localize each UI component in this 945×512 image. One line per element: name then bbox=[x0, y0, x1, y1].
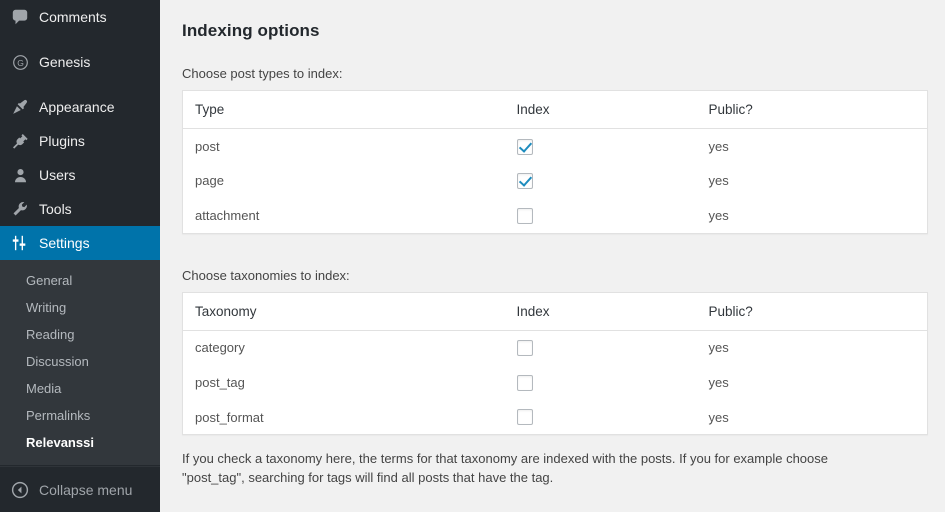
svg-text:G: G bbox=[17, 57, 24, 67]
appearance-icon bbox=[10, 97, 30, 117]
index-checkbox-post-tag[interactable] bbox=[516, 374, 533, 391]
table-row: page yes bbox=[182, 163, 928, 199]
column-header-index: Index bbox=[504, 292, 697, 331]
users-icon bbox=[10, 165, 30, 185]
submenu-item-discussion[interactable]: Discussion bbox=[0, 348, 160, 375]
cell-public: yes bbox=[696, 399, 928, 435]
index-checkbox-post-format[interactable] bbox=[516, 409, 533, 426]
cell-taxonomy-name: category bbox=[182, 330, 505, 366]
sidebar-divider bbox=[0, 34, 160, 45]
table-header-row: Taxonomy Index Public? bbox=[182, 292, 928, 331]
table-head: Taxonomy Index Public? bbox=[182, 292, 928, 331]
sidebar-divider bbox=[0, 79, 160, 90]
cell-index bbox=[504, 365, 697, 400]
sidebar-item-appearance[interactable]: Appearance bbox=[0, 90, 160, 124]
index-checkbox-attachment[interactable] bbox=[516, 207, 533, 224]
column-header-index: Index bbox=[504, 90, 697, 129]
index-checkbox-page[interactable] bbox=[516, 173, 533, 190]
submenu-item-writing[interactable]: Writing bbox=[0, 294, 160, 321]
table-body: category yes post_tag yes post_format ye… bbox=[182, 330, 928, 435]
comments-icon bbox=[10, 7, 30, 27]
plugins-icon bbox=[10, 131, 30, 151]
collapse-menu-label: Collapse menu bbox=[39, 481, 133, 498]
table-body: post yes page yes attachment yes bbox=[182, 128, 928, 234]
submenu-item-relevanssi[interactable]: Relevanssi bbox=[0, 429, 160, 456]
cell-type-name: post bbox=[182, 128, 505, 164]
index-checkbox-post[interactable] bbox=[516, 138, 533, 155]
cell-taxonomy-name: post_format bbox=[182, 399, 505, 435]
sidebar-item-label: Genesis bbox=[39, 53, 91, 70]
sidebar-item-label: Plugins bbox=[39, 132, 85, 149]
cell-index bbox=[504, 399, 697, 435]
post-types-label: Choose post types to index: bbox=[182, 66, 343, 81]
cell-public: yes bbox=[696, 128, 928, 164]
table-row: category yes bbox=[182, 330, 928, 366]
cell-public: yes bbox=[696, 365, 928, 400]
cell-taxonomy-name: post_tag bbox=[182, 365, 505, 400]
table-row: post_format yes bbox=[182, 399, 928, 435]
sidebar-item-comments[interactable]: Comments bbox=[0, 0, 160, 34]
sidebar-item-label: Appearance bbox=[39, 98, 115, 115]
settings-icon bbox=[10, 233, 30, 253]
table-row: post_tag yes bbox=[182, 365, 928, 400]
taxonomies-table: Taxonomy Index Public? category yes post… bbox=[182, 291, 928, 436]
admin-sidebar: Comments G Genesis Appearance Plugins Us… bbox=[0, 0, 168, 512]
cell-public: yes bbox=[696, 330, 928, 366]
main-content: Indexing options Choose post types to in… bbox=[160, 0, 945, 512]
cell-index bbox=[504, 163, 697, 199]
cell-index bbox=[504, 198, 697, 234]
cell-index bbox=[504, 330, 697, 366]
sidebar-item-plugins[interactable]: Plugins bbox=[0, 124, 160, 158]
sidebar-item-tools[interactable]: Tools bbox=[0, 192, 160, 226]
active-indicator-arrow bbox=[160, 235, 168, 251]
submenu-item-media[interactable]: Media bbox=[0, 375, 160, 402]
index-checkbox-category[interactable] bbox=[516, 340, 533, 357]
table-header-row: Type Index Public? bbox=[182, 90, 928, 129]
sidebar-item-label: Comments bbox=[39, 8, 107, 25]
column-header-type: Type bbox=[182, 90, 505, 129]
table-row: post yes bbox=[182, 128, 928, 164]
post-types-table: Type Index Public? post yes page yes att… bbox=[182, 90, 928, 234]
cell-public: yes bbox=[696, 198, 928, 234]
sidebar-menu: Comments G Genesis Appearance Plugins Us… bbox=[0, 0, 168, 260]
table-head: Type Index Public? bbox=[182, 90, 928, 129]
cell-public: yes bbox=[696, 163, 928, 199]
page-title: Indexing options bbox=[182, 21, 320, 40]
cell-index bbox=[504, 128, 697, 164]
sidebar-item-label: Tools bbox=[39, 200, 72, 217]
submenu-item-reading[interactable]: Reading bbox=[0, 321, 160, 348]
sidebar-item-label: Settings bbox=[39, 234, 90, 251]
collapse-menu-button[interactable]: Collapse menu bbox=[0, 466, 160, 512]
tools-icon bbox=[10, 199, 30, 219]
submenu-item-permalinks[interactable]: Permalinks bbox=[0, 402, 160, 429]
cell-type-name: attachment bbox=[182, 198, 505, 234]
sidebar-item-users[interactable]: Users bbox=[0, 158, 160, 192]
settings-submenu: General Writing Reading Discussion Media… bbox=[0, 260, 160, 465]
table-row: attachment yes bbox=[182, 198, 928, 234]
taxonomies-label: Choose taxonomies to index: bbox=[182, 267, 350, 283]
collapse-arrow-icon bbox=[10, 480, 30, 500]
taxonomy-help-text: If you check a taxonomy here, the terms … bbox=[182, 451, 829, 486]
sidebar-item-genesis[interactable]: G Genesis bbox=[0, 45, 160, 79]
cell-type-name: page bbox=[182, 163, 505, 199]
column-header-public: Public? bbox=[696, 292, 928, 331]
admin-page: Comments G Genesis Appearance Plugins Us… bbox=[0, 0, 945, 512]
column-header-public: Public? bbox=[696, 90, 928, 129]
submenu-item-general[interactable]: General bbox=[0, 267, 160, 294]
genesis-icon: G bbox=[10, 52, 30, 72]
sidebar-item-settings[interactable]: Settings bbox=[0, 226, 168, 260]
column-header-taxonomy: Taxonomy bbox=[182, 292, 505, 331]
sidebar-item-label: Users bbox=[39, 166, 76, 183]
